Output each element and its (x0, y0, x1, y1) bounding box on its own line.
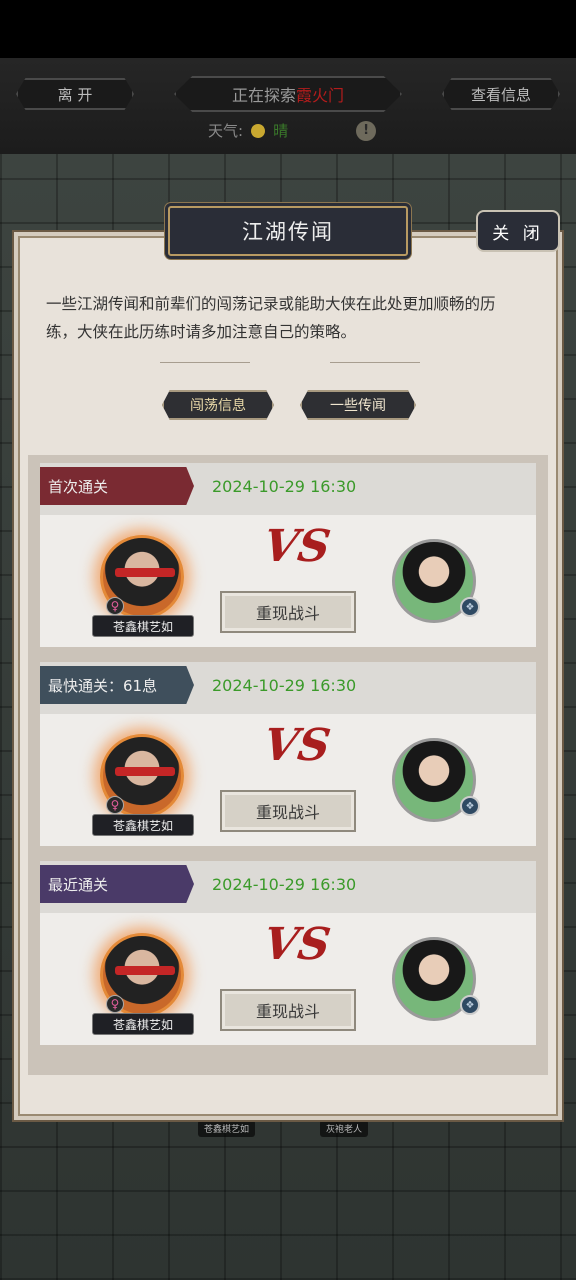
blindfold (115, 966, 175, 975)
tab-label: 闯荡信息 (190, 398, 246, 414)
close-button[interactable]: 关 闭 (476, 210, 560, 252)
faction-badge-icon: ❖ (460, 796, 480, 816)
dialog-title: 江湖传闻 (168, 206, 408, 256)
record-date: 2024-10-29 16:30 (212, 875, 357, 894)
record-label: 首次通关 (48, 477, 109, 496)
faction-badge-icon: ❖ (460, 597, 480, 617)
warning-icon[interactable]: ! (356, 120, 377, 141)
record-header: 首次通关 2024-10-29 16:30 (40, 463, 536, 515)
view-info-label: 查看信息 (470, 85, 531, 104)
female-icon: ♀ (106, 796, 124, 814)
record-label: 最快通关：61息 (48, 676, 158, 695)
record-card: 首次通关 2024-10-29 16:30 ♀ 苍鑫棋艺如 VS 重现战斗 ❖ (40, 463, 536, 647)
replay-label: 重现战斗 (255, 1002, 320, 1021)
record-card: 最近通关 2024-10-29 16:30 ♀ 苍鑫棋艺如 VS 重现战斗 ❖ (40, 861, 536, 1045)
bg-character-label: 苍鑫棋艺如 (198, 1120, 256, 1137)
player-name: 苍鑫棋艺如 (92, 615, 194, 637)
blindfold (115, 767, 175, 776)
dialog-description: 一些江湖传闻和前辈们的闯荡记录或能助大侠在此处更加顺畅的历练，大侠在此历练时请多… (46, 295, 496, 341)
sun-icon (251, 123, 266, 138)
weather-label: 天气: (208, 122, 244, 140)
exploring-indicator: 正在探索 霞火门 (174, 76, 402, 112)
player-name: 苍鑫棋艺如 (92, 814, 194, 836)
record-date: 2024-10-29 16:30 (212, 477, 357, 496)
female-icon: ♀ (106, 597, 124, 615)
weather-value: 晴 (273, 122, 289, 140)
vs-icon: VS (260, 720, 334, 771)
blindfold (115, 568, 175, 577)
record-label-ribbon: 最近通关 (40, 865, 194, 903)
replay-label: 重现战斗 (255, 803, 320, 822)
leave-button[interactable]: 离 开 (16, 78, 134, 110)
exploring-place: 霞火门 (296, 86, 345, 105)
record-header: 最近通关 2024-10-29 16:30 (40, 861, 536, 913)
record-label-ribbon: 最快通关：61息 (40, 666, 194, 704)
replay-battle-button[interactable]: 重现战斗 (220, 989, 356, 1031)
bg-character-label: 灰袍老人 (320, 1120, 369, 1137)
record-header: 最快通关：61息 2024-10-29 16:30 (40, 662, 536, 714)
record-date: 2024-10-29 16:30 (212, 676, 357, 695)
vs-icon: VS (260, 919, 334, 970)
replay-label: 重现战斗 (255, 604, 320, 623)
status-bar (0, 0, 576, 58)
record-card: 最快通关：61息 2024-10-29 16:30 ♀ 苍鑫棋艺如 VS 重现战… (40, 662, 536, 846)
divider (330, 362, 420, 363)
replay-battle-button[interactable]: 重现战斗 (220, 790, 356, 832)
dialog-title-text: 江湖传闻 (242, 220, 334, 244)
player-name: 苍鑫棋艺如 (92, 1013, 194, 1035)
divider (160, 362, 250, 363)
record-label-ribbon: 首次通关 (40, 467, 194, 505)
vs-icon: VS (260, 521, 334, 572)
tab-adventure-info[interactable]: 闯荡信息 (162, 390, 274, 420)
weather-indicator: 天气: 晴 ! (208, 120, 377, 141)
female-icon: ♀ (106, 995, 124, 1013)
leave-label: 离 开 (57, 85, 93, 104)
tab-label: 一些传闻 (330, 398, 386, 414)
faction-badge-icon: ❖ (460, 995, 480, 1015)
exploring-label: 正在探索 (231, 86, 296, 105)
record-label: 最近通关 (48, 875, 109, 894)
tab-rumors[interactable]: 一些传闻 (300, 390, 416, 420)
close-label: 关 闭 (492, 223, 544, 244)
replay-battle-button[interactable]: 重现战斗 (220, 591, 356, 633)
view-info-button[interactable]: 查看信息 (442, 78, 560, 110)
